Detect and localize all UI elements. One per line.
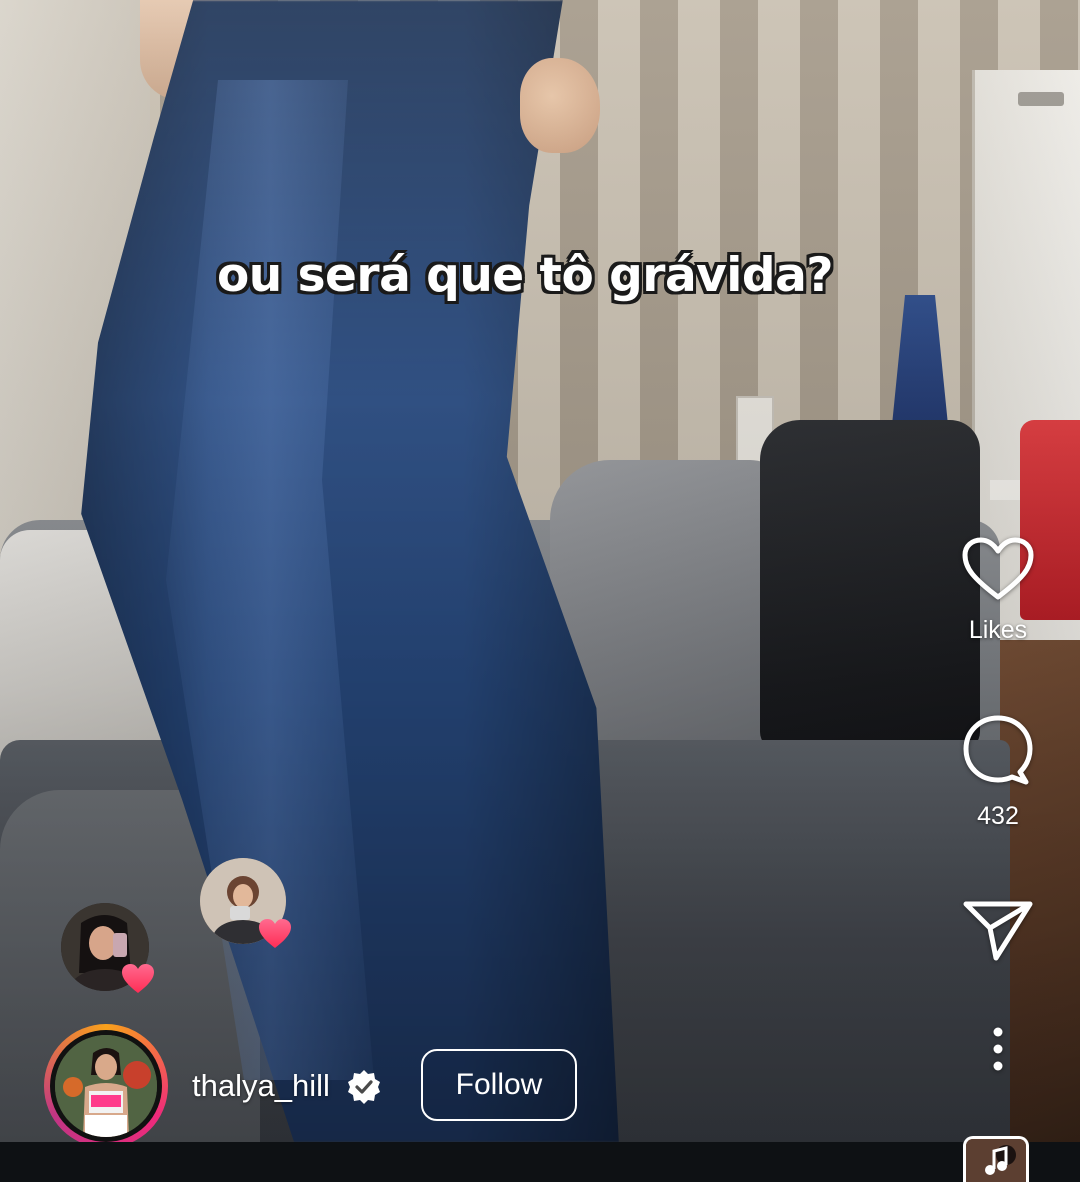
author-avatar-image xyxy=(55,1035,157,1137)
like-button[interactable]: Likes xyxy=(950,536,1046,645)
author-avatar-border xyxy=(50,1030,162,1142)
vertical-dots-icon xyxy=(993,1027,1003,1071)
reel-video[interactable]: ou será que tô grávida? Likes 432 thalya… xyxy=(0,0,1080,1142)
heart-badge-icon xyxy=(122,964,154,993)
like-label: Likes xyxy=(968,616,1028,644)
verified-badge-icon xyxy=(348,1070,380,1104)
follow-button[interactable]: Follow xyxy=(421,1049,577,1121)
video-caption: ou será que tô grávida? xyxy=(216,248,834,303)
music-note-icon xyxy=(966,1139,1026,1182)
bottom-navigation-strip xyxy=(0,1142,1080,1182)
author-avatar[interactable] xyxy=(44,1024,168,1142)
comment-count: 432 xyxy=(977,802,1019,830)
more-options-button[interactable] xyxy=(950,1026,1046,1072)
share-button[interactable] xyxy=(950,898,1046,964)
comment-bubble-icon xyxy=(963,715,1033,785)
video-shading xyxy=(0,0,1080,1142)
heart-badge-icon xyxy=(259,919,291,948)
comment-button[interactable]: 432 xyxy=(950,712,1046,831)
heart-outline-icon xyxy=(962,537,1034,600)
author-username[interactable]: thalya_hill xyxy=(192,1068,330,1104)
audio-track-button[interactable] xyxy=(963,1136,1029,1182)
paper-plane-icon xyxy=(963,901,1033,961)
